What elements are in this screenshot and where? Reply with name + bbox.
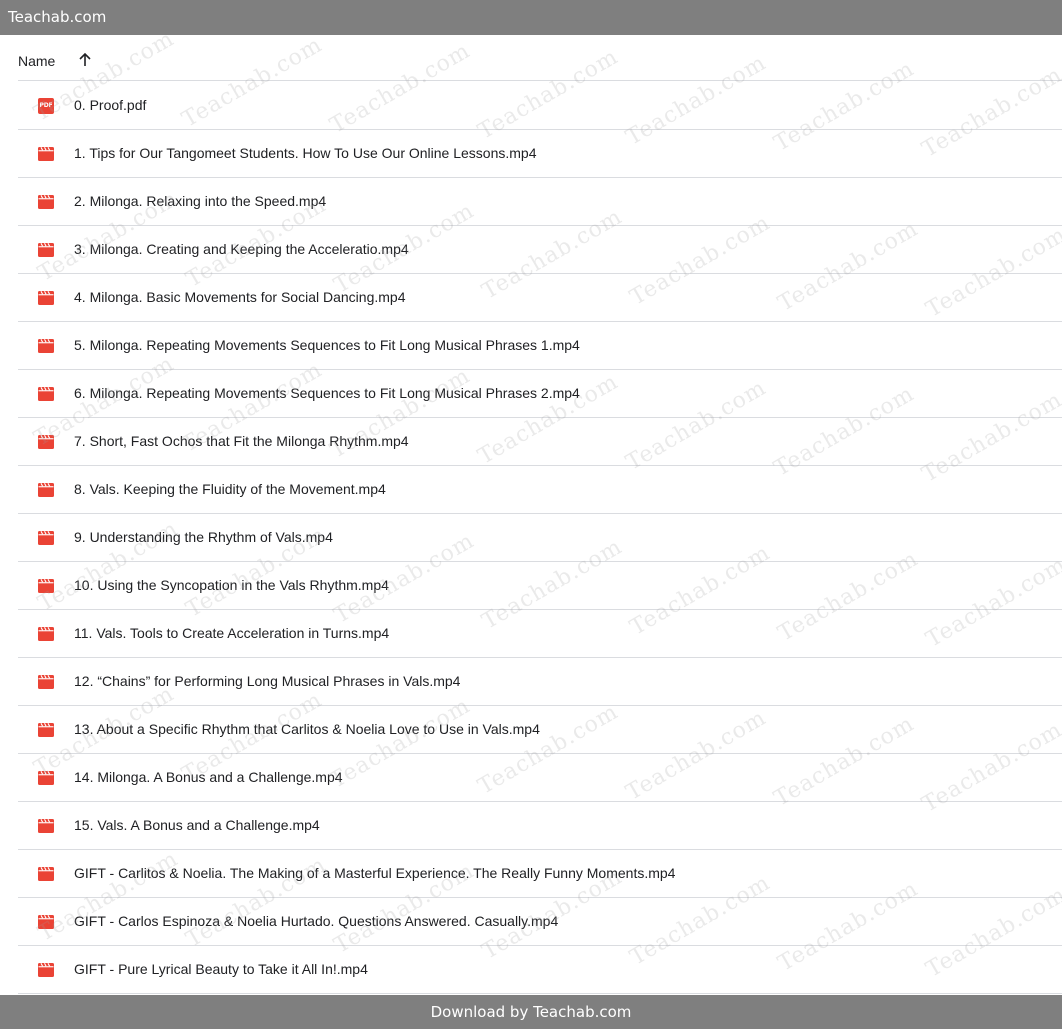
file-name[interactable]: 7. Short, Fast Ochos that Fit the Milong… bbox=[74, 433, 409, 449]
video-icon bbox=[38, 434, 54, 449]
file-name[interactable]: 15. Vals. A Bonus and a Challenge.mp4 bbox=[74, 817, 320, 833]
file-name[interactable]: GIFT - Carlitos & Noelia. The Making of … bbox=[74, 865, 675, 881]
file-row[interactable]: 1. Tips for Our Tangomeet Students. How … bbox=[18, 130, 1062, 178]
file-name[interactable]: 12. “Chains” for Performing Long Musical… bbox=[74, 673, 460, 689]
file-row[interactable]: 11. Vals. Tools to Create Acceleration i… bbox=[18, 610, 1062, 658]
file-row[interactable]: PDF 0. Proof.pdf bbox=[18, 82, 1062, 130]
video-icon bbox=[38, 338, 54, 353]
video-icon bbox=[38, 530, 54, 545]
file-row[interactable]: 9. Understanding the Rhythm of Vals.mp4 bbox=[18, 514, 1062, 562]
footer-bar: Download by Teachab.com bbox=[0, 995, 1062, 1029]
file-name[interactable]: 9. Understanding the Rhythm of Vals.mp4 bbox=[74, 529, 333, 545]
file-row[interactable]: 10. Using the Syncopation in the Vals Rh… bbox=[18, 562, 1062, 610]
file-row[interactable]: 7. Short, Fast Ochos that Fit the Milong… bbox=[18, 418, 1062, 466]
file-row[interactable]: GIFT - Carlos Espinoza & Noelia Hurtado.… bbox=[18, 898, 1062, 946]
video-icon bbox=[38, 386, 54, 401]
download-credit: Download by Teachab.com bbox=[430, 1003, 632, 1021]
file-name[interactable]: GIFT - Pure Lyrical Beauty to Take it Al… bbox=[74, 961, 368, 977]
video-icon bbox=[38, 674, 54, 689]
list-header: Name bbox=[18, 35, 1062, 81]
video-icon bbox=[38, 146, 54, 161]
file-name[interactable]: 4. Milonga. Basic Movements for Social D… bbox=[74, 289, 405, 305]
video-icon bbox=[38, 722, 54, 737]
file-name[interactable]: 3. Milonga. Creating and Keeping the Acc… bbox=[74, 241, 409, 257]
file-row[interactable]: 15. Vals. A Bonus and a Challenge.mp4 bbox=[18, 802, 1062, 850]
top-bar: Teachab.com bbox=[0, 0, 1062, 35]
file-row[interactable]: 13. About a Specific Rhythm that Carlito… bbox=[18, 706, 1062, 754]
file-name[interactable]: 10. Using the Syncopation in the Vals Rh… bbox=[74, 577, 389, 593]
file-row[interactable]: 14. Milonga. A Bonus and a Challenge.mp4 bbox=[18, 754, 1062, 802]
file-row[interactable]: 2. Milonga. Relaxing into the Speed.mp4 bbox=[18, 178, 1062, 226]
file-name[interactable]: 1. Tips for Our Tangomeet Students. How … bbox=[74, 145, 537, 161]
file-row[interactable]: 4. Milonga. Basic Movements for Social D… bbox=[18, 274, 1062, 322]
file-name[interactable]: 6. Milonga. Repeating Movements Sequence… bbox=[74, 385, 580, 401]
video-icon bbox=[38, 914, 54, 929]
sort-ascending-arrow-icon[interactable] bbox=[78, 52, 92, 68]
video-icon bbox=[38, 482, 54, 497]
file-name[interactable]: 11. Vals. Tools to Create Acceleration i… bbox=[74, 625, 389, 641]
file-name[interactable]: GIFT - Carlos Espinoza & Noelia Hurtado.… bbox=[74, 913, 558, 929]
file-row[interactable]: GIFT - Pure Lyrical Beauty to Take it Al… bbox=[18, 946, 1062, 994]
file-name[interactable]: 5. Milonga. Repeating Movements Sequence… bbox=[74, 337, 580, 353]
file-name[interactable]: 14. Milonga. A Bonus and a Challenge.mp4 bbox=[74, 769, 343, 785]
video-icon bbox=[38, 578, 54, 593]
video-icon bbox=[38, 290, 54, 305]
file-name[interactable]: 8. Vals. Keeping the Fluidity of the Mov… bbox=[74, 481, 386, 497]
file-row[interactable]: 8. Vals. Keeping the Fluidity of the Mov… bbox=[18, 466, 1062, 514]
pdf-icon: PDF bbox=[38, 98, 54, 114]
file-name[interactable]: 13. About a Specific Rhythm that Carlito… bbox=[74, 721, 540, 737]
video-icon bbox=[38, 866, 54, 881]
video-icon bbox=[38, 626, 54, 641]
video-icon bbox=[38, 194, 54, 209]
file-row[interactable]: 3. Milonga. Creating and Keeping the Acc… bbox=[18, 226, 1062, 274]
file-row[interactable]: 6. Milonga. Repeating Movements Sequence… bbox=[18, 370, 1062, 418]
file-row[interactable]: 5. Milonga. Repeating Movements Sequence… bbox=[18, 322, 1062, 370]
name-column-header[interactable]: Name bbox=[18, 53, 55, 69]
video-icon bbox=[38, 818, 54, 833]
file-row[interactable]: 12. “Chains” for Performing Long Musical… bbox=[18, 658, 1062, 706]
site-name: Teachab.com bbox=[8, 8, 107, 26]
video-icon bbox=[38, 770, 54, 785]
file-name[interactable]: 2. Milonga. Relaxing into the Speed.mp4 bbox=[74, 193, 326, 209]
file-name[interactable]: 0. Proof.pdf bbox=[74, 97, 146, 113]
file-row[interactable]: GIFT - Carlitos & Noelia. The Making of … bbox=[18, 850, 1062, 898]
file-list: PDF 0. Proof.pdf 1. Tips for Our Tangomeet… bbox=[18, 82, 1062, 994]
video-icon bbox=[38, 242, 54, 257]
video-icon bbox=[38, 962, 54, 977]
